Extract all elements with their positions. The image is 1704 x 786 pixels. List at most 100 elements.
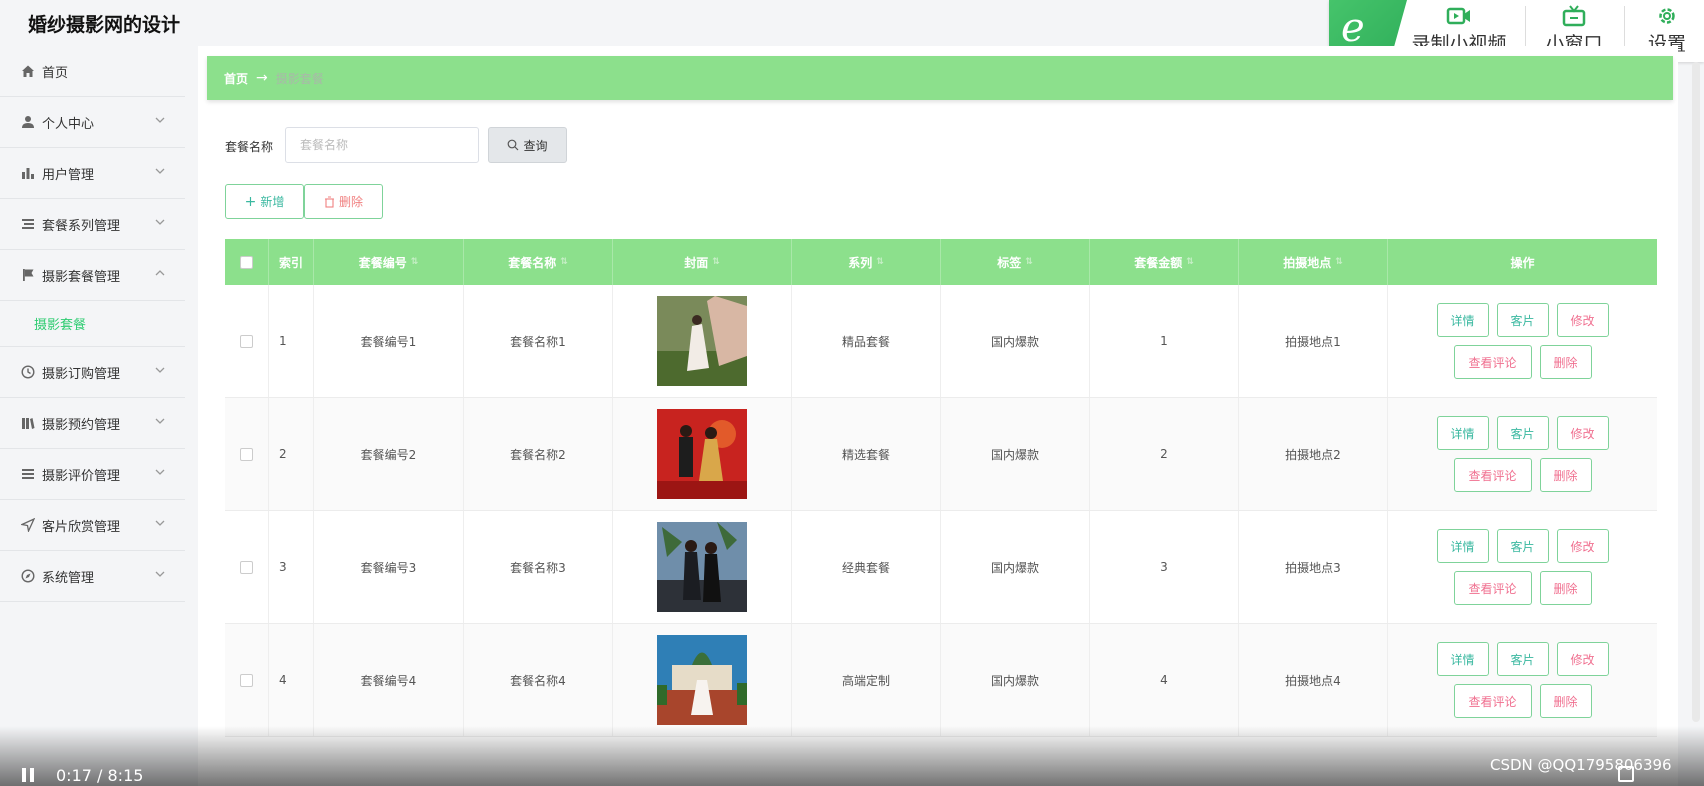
- row-checkbox[interactable]: [240, 673, 253, 687]
- cell-series: 精品套餐: [792, 285, 941, 397]
- sidebar-subitem-photo-package[interactable]: 摄影套餐: [0, 301, 185, 347]
- header-index: 索引: [269, 239, 314, 285]
- video-camera-icon: [1446, 7, 1470, 25]
- send-icon: [20, 518, 35, 533]
- sidebar-item-user-management[interactable]: 用户管理: [0, 148, 185, 199]
- photos-button[interactable]: 客片: [1496, 416, 1549, 450]
- cell-code: 套餐编号1: [314, 285, 464, 397]
- delete-row-button[interactable]: 删除: [1539, 345, 1592, 379]
- cell-index: 3: [269, 511, 314, 623]
- query-button[interactable]: 查询: [488, 127, 567, 163]
- delete-row-button[interactable]: 删除: [1539, 458, 1592, 492]
- sidebar-item-label: 摄影订购管理: [42, 366, 121, 382]
- header-code[interactable]: 套餐编号 ⇅: [314, 239, 464, 285]
- delete-row-button[interactable]: 删除: [1539, 571, 1592, 605]
- select-all-checkbox[interactable]: [240, 255, 253, 269]
- photos-button[interactable]: 客片: [1496, 642, 1549, 676]
- sort-icon: ⇅: [876, 257, 884, 267]
- header-amount[interactable]: 套餐金额 ⇅: [1090, 239, 1239, 285]
- photos-button[interactable]: 客片: [1496, 303, 1549, 337]
- cell-index: 2: [269, 398, 314, 510]
- view-reviews-button[interactable]: 查看评论: [1453, 345, 1532, 379]
- table-row: 4 套餐编号4 套餐名称4 高端定制 国内爆款 4 拍摄地点4 详情 客片 修改 查…: [225, 624, 1657, 737]
- home-icon: [20, 64, 35, 79]
- sidebar-item-system[interactable]: 系统管理: [0, 551, 185, 602]
- chevron-up-icon: [155, 270, 165, 276]
- pause-icon[interactable]: [22, 768, 36, 782]
- app-title: 婚纱摄影网的设计: [28, 14, 181, 36]
- header-actions: 操作: [1510, 255, 1535, 270]
- detail-button[interactable]: 详情: [1436, 529, 1489, 563]
- table-row: 1 套餐编号1 套餐名称1 精品套餐 国内爆款 1 拍摄地点1 详情 客片 修改 查…: [225, 285, 1657, 398]
- cell-place: 拍摄地点1: [1239, 285, 1388, 397]
- detail-button[interactable]: 详情: [1436, 303, 1489, 337]
- sidebar-item-photo-booking[interactable]: 摄影预约管理: [0, 398, 185, 449]
- header-name[interactable]: 套餐名称 ⇅: [464, 239, 613, 285]
- sidebar-item-personal-center[interactable]: 个人中心: [0, 97, 185, 148]
- fullscreen-icon[interactable]: [1618, 766, 1634, 782]
- list-icon: [20, 217, 35, 232]
- cover-image[interactable]: [657, 635, 747, 725]
- detail-button[interactable]: 详情: [1436, 642, 1489, 676]
- select-all-cell: [225, 239, 269, 285]
- header-tag[interactable]: 标签 ⇅: [941, 239, 1090, 285]
- row-checkbox[interactable]: [240, 334, 253, 348]
- cell-place: 拍摄地点4: [1239, 624, 1388, 736]
- cover-image[interactable]: [657, 522, 747, 612]
- query-label: 查询: [523, 138, 548, 153]
- main-panel: 首页 → 摄影套餐 套餐名称 查询 + 新增 删除 索引 套餐编号⇅ 套餐名称⇅…: [198, 46, 1678, 786]
- delete-row-button[interactable]: 删除: [1539, 684, 1592, 718]
- chevron-down-icon: [155, 520, 165, 526]
- trash-icon: [324, 195, 334, 208]
- sidebar-item-label: 摄影套餐管理: [42, 269, 121, 285]
- chevron-down-icon: [155, 219, 165, 225]
- chevron-down-icon: [155, 469, 165, 475]
- sidebar-item-photo-package[interactable]: 摄影套餐管理: [0, 250, 185, 301]
- edit-button[interactable]: 修改: [1556, 303, 1609, 337]
- cell-series: 经典套餐: [792, 511, 941, 623]
- sidebar-item-home[interactable]: 首页: [0, 46, 185, 97]
- page-scrollbar[interactable]: [1692, 62, 1700, 722]
- breadcrumb-home[interactable]: 首页: [224, 70, 248, 87]
- search-input[interactable]: [285, 127, 479, 163]
- menu-icon: [20, 467, 35, 482]
- sort-icon: ⇅: [410, 257, 419, 267]
- batch-delete-button[interactable]: 删除: [304, 184, 383, 219]
- sort-icon: ⇅: [1186, 257, 1194, 267]
- plus-icon: +: [244, 193, 257, 210]
- cell-place: 拍摄地点2: [1239, 398, 1388, 510]
- sort-icon: ⇅: [1335, 257, 1343, 267]
- header-series[interactable]: 系列 ⇅: [792, 239, 941, 285]
- header-place[interactable]: 拍摄地点 ⇅: [1239, 239, 1388, 285]
- edit-button[interactable]: 修改: [1556, 529, 1609, 563]
- detail-button[interactable]: 详情: [1436, 416, 1489, 450]
- cell-code: 套餐编号2: [314, 398, 464, 510]
- cell-code: 套餐编号4: [314, 624, 464, 736]
- breadcrumb-current: 摄影套餐: [275, 71, 324, 86]
- delete-label: 删除: [338, 195, 363, 209]
- sidebar-item-client-gallery[interactable]: 客片欣赏管理: [0, 500, 185, 551]
- sidebar-item-photo-review[interactable]: 摄影评价管理: [0, 449, 185, 500]
- playback-time: 0:17 / 8:15: [56, 766, 144, 785]
- view-reviews-button[interactable]: 查看评论: [1453, 684, 1532, 718]
- row-checkbox[interactable]: [240, 447, 253, 461]
- chevron-down-icon: [155, 117, 165, 123]
- sidebar-item-photo-order[interactable]: 摄影订购管理: [0, 347, 185, 398]
- cover-image[interactable]: [657, 409, 747, 499]
- cover-image[interactable]: [657, 296, 747, 386]
- photos-button[interactable]: 客片: [1496, 529, 1549, 563]
- row-checkbox[interactable]: [240, 560, 253, 574]
- add-button[interactable]: + 新增: [225, 184, 304, 219]
- header-cover[interactable]: 封面 ⇅: [613, 239, 792, 285]
- edit-button[interactable]: 修改: [1556, 416, 1609, 450]
- gear-icon: [1659, 8, 1675, 24]
- clock-icon: [20, 365, 35, 380]
- sort-icon: ⇅: [1025, 257, 1033, 267]
- view-reviews-button[interactable]: 查看评论: [1453, 458, 1532, 492]
- view-reviews-button[interactable]: 查看评论: [1453, 571, 1532, 605]
- video-player-controls: 0:17 / 8:15 CSDN @QQ1795806396: [0, 726, 1704, 786]
- edit-button[interactable]: 修改: [1556, 642, 1609, 676]
- search-icon: [508, 139, 519, 151]
- sidebar-item-package-series[interactable]: 套餐系列管理: [0, 199, 185, 250]
- package-table: 索引 套餐编号 ⇅ 套餐名称 ⇅ 封面 ⇅ 系列 ⇅ 标签 ⇅ 套餐金额 ⇅ 拍摄地点 ⇅ 操…: [225, 239, 1657, 737]
